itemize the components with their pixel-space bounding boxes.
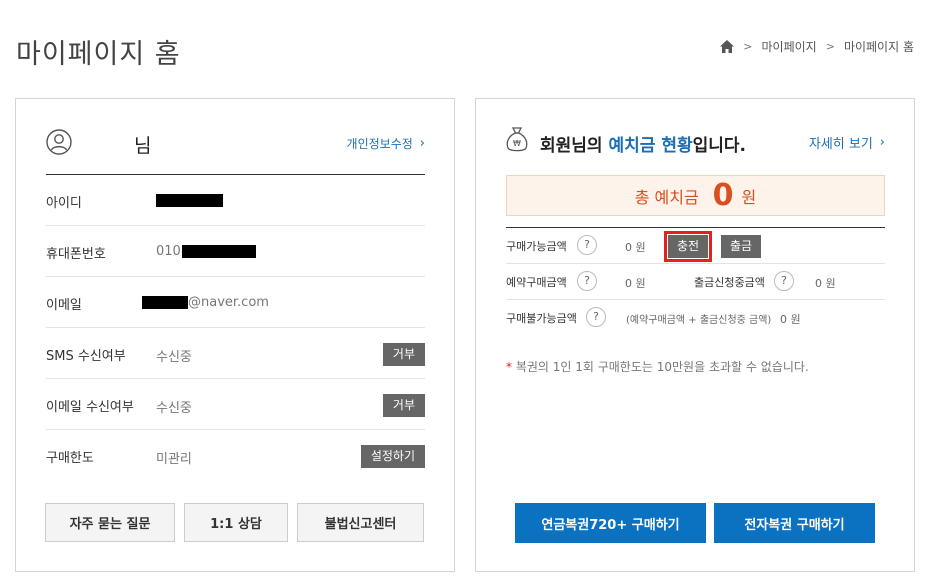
consult-button[interactable]: 1:1 상담 <box>184 503 288 542</box>
purchase-limit-notice: * 복권의 1인 1회 구매한도는 10만원을 초과할 수 없습니다. <box>506 360 809 374</box>
page-title: 마이페이지 홈 <box>16 39 181 70</box>
profile-info-list: 아이디 휴대폰번호 010 이메일 @naver.com SMS 수신여부 수신… <box>46 175 425 481</box>
phone-value: 010 <box>156 244 256 259</box>
withdraw-request-value: 0 원 <box>815 277 836 290</box>
chevron-right-icon: › <box>879 135 885 150</box>
faq-button[interactable]: 자주 묻는 질문 <box>45 503 175 542</box>
breadcrumb-item[interactable]: 마이페이지 <box>762 38 817 55</box>
chevron-right-icon: › <box>419 136 425 151</box>
info-label: 구매한도 <box>46 451 94 466</box>
set-limit-button[interactable]: 설정하기 <box>360 445 425 468</box>
detail-link-label: 자세히 보기 <box>808 137 873 152</box>
info-label: 이메일 <box>46 298 82 313</box>
deposit-header: ₩ 회원님의 예치금 현황입니다. 자세히 보기 › <box>506 127 885 159</box>
unavailable-label: 구매불가능금액 <box>506 312 577 325</box>
available-row: 구매가능금액 ? 0 원 충전 출금 <box>506 228 885 264</box>
email-value: @naver.com <box>142 295 269 310</box>
withdraw-button[interactable]: 출금 <box>721 235 762 258</box>
info-row-sms: SMS 수신여부 수신중 거부 <box>46 328 425 379</box>
profile-panel: 님 개인정보수정 › 아이디 휴대폰번호 010 이메일 @naver.com … <box>15 98 455 572</box>
withdraw-request-label: 출금신청중금액 <box>694 276 765 289</box>
reserved-value: 0 원 <box>625 277 646 290</box>
deposit-panel: ₩ 회원님의 예치금 현황입니다. 자세히 보기 › 총 예치금 0 원 구매가… <box>475 98 915 572</box>
email-consent-status: 수신중 <box>156 401 192 416</box>
breadcrumb: > 마이페이지 > 마이페이지 홈 <box>720 38 914 55</box>
unavailable-value: 0 원 <box>780 313 801 326</box>
reserved-row: 예약구매금액 ? 0 원 출금신청중금액 ? 0 원 <box>506 264 885 300</box>
profile-header: 님 개인정보수정 › <box>46 127 425 175</box>
total-deposit-unit: 원 <box>741 187 757 207</box>
total-deposit-label: 총 예치금 <box>634 187 699 207</box>
svg-text:₩: ₩ <box>513 139 521 148</box>
unavailable-row: 구매불가능금액 ? (예약구매금액 + 출금신청중 금액) 0 원 <box>506 300 885 336</box>
info-row-id: 아이디 <box>46 175 425 226</box>
charge-button[interactable]: 충전 <box>663 231 713 262</box>
purchase-limit-status: 미관리 <box>156 452 192 467</box>
help-icon[interactable]: ? <box>577 235 597 255</box>
money-bag-icon: ₩ <box>506 127 528 152</box>
available-label: 구매가능금액 <box>506 240 567 253</box>
available-value: 0 원 <box>625 241 646 254</box>
help-icon[interactable]: ? <box>577 271 597 291</box>
email-reject-button[interactable]: 거부 <box>382 394 425 417</box>
info-label: 휴대폰번호 <box>46 247 106 262</box>
user-icon <box>46 129 72 155</box>
deposit-breakdown: 구매가능금액 ? 0 원 충전 출금 예약구매금액 ? 0 원 출금신청중금액 … <box>506 227 885 336</box>
total-deposit-amount: 0 <box>712 177 734 213</box>
info-row-phone: 휴대폰번호 010 <box>46 226 425 277</box>
deposit-detail-link[interactable]: 자세히 보기 › <box>809 133 885 152</box>
support-buttons: 자주 묻는 질문 1:1 상담 불법신고센터 <box>45 503 425 542</box>
sms-status: 수신중 <box>156 350 192 365</box>
report-center-button[interactable]: 불법신고센터 <box>297 503 424 542</box>
user-name: 님 <box>134 135 152 157</box>
info-row-email: 이메일 @naver.com <box>46 277 425 328</box>
deposit-title: 회원님의 예치금 현황입니다. <box>540 136 746 156</box>
buy-e-lottery-button[interactable]: 전자복권 구매하기 <box>714 503 875 543</box>
chevron-right-icon: > <box>743 40 753 53</box>
sms-reject-button[interactable]: 거부 <box>382 343 425 366</box>
chevron-right-icon: > <box>825 40 835 53</box>
reserved-label: 예약구매금액 <box>506 276 567 289</box>
info-row-email-consent: 이메일 수신여부 수신중 거부 <box>46 379 425 430</box>
home-icon[interactable] <box>720 40 735 53</box>
breadcrumb-item[interactable]: 마이페이지 홈 <box>844 38 914 55</box>
purchase-buttons: 연금복권720+ 구매하기 전자복권 구매하기 <box>515 503 875 543</box>
edit-profile-label: 개인정보수정 <box>346 137 413 151</box>
help-icon[interactable]: ? <box>586 307 606 327</box>
buy-pension-lottery-button[interactable]: 연금복권720+ 구매하기 <box>515 503 706 543</box>
total-deposit-box: 총 예치금 0 원 <box>506 175 885 216</box>
info-label: 아이디 <box>46 196 82 211</box>
edit-profile-link[interactable]: 개인정보수정 › <box>347 135 425 152</box>
info-row-purchase-limit: 구매한도 미관리 설정하기 <box>46 430 425 481</box>
unavailable-detail: (예약구매금액 + 출금신청중 금액) <box>626 315 772 326</box>
info-label: 이메일 수신여부 <box>46 400 134 415</box>
info-label: SMS 수신여부 <box>46 349 126 364</box>
masked-user-id <box>156 193 223 208</box>
help-icon[interactable]: ? <box>774 271 794 291</box>
